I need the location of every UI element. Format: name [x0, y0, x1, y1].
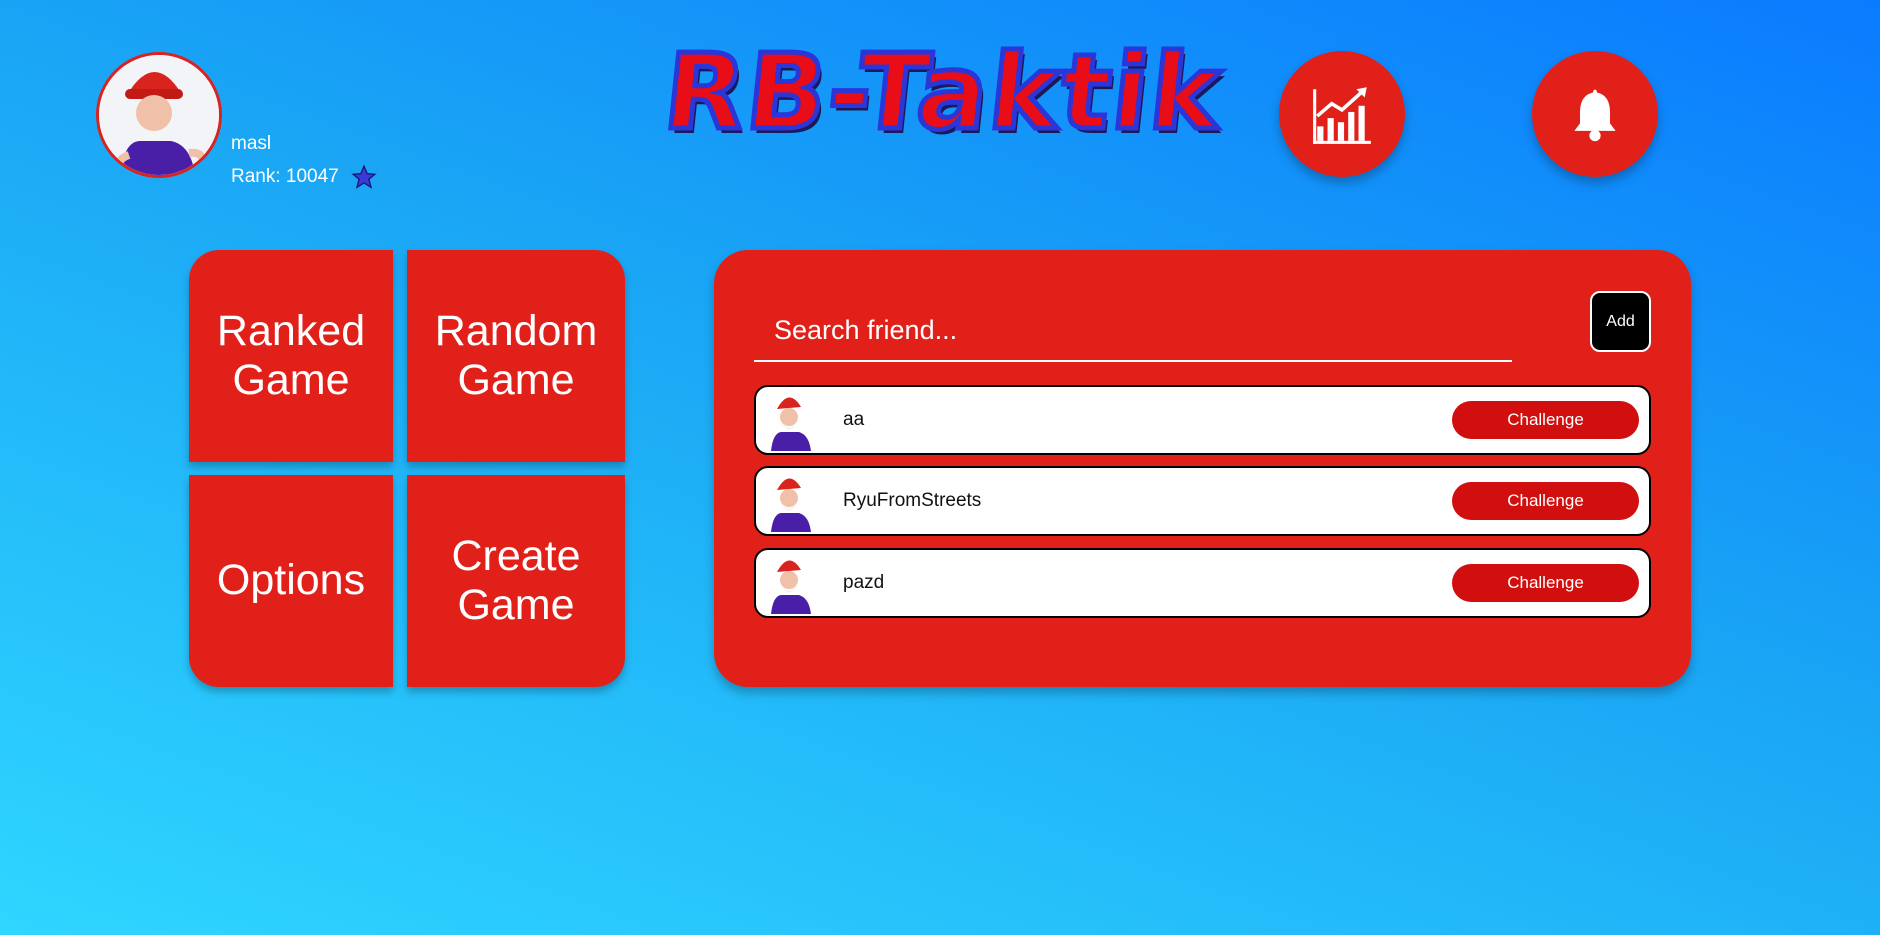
profile-rank: Rank: 10047	[231, 164, 377, 190]
rank-label: Rank: 10047	[231, 166, 339, 187]
ranked-game-button[interactable]: Ranked Game	[189, 250, 393, 462]
friend-row: pazd Challenge	[754, 548, 1651, 618]
gnome-avatar-icon	[763, 552, 819, 614]
create-game-button[interactable]: Create Game	[407, 475, 625, 687]
bar-chart-trend-icon	[1313, 87, 1371, 144]
options-button[interactable]: Options	[189, 475, 393, 687]
challenge-button[interactable]: Challenge	[1452, 482, 1639, 520]
challenge-button[interactable]: Challenge	[1452, 564, 1639, 602]
gnome-avatar-icon	[763, 389, 819, 451]
app-logo: RB-Taktik	[656, 29, 1230, 156]
bell-icon	[1574, 89, 1616, 142]
friend-row: aa Challenge	[754, 385, 1651, 455]
search-friend-input[interactable]	[754, 300, 1512, 362]
profile-avatar[interactable]	[96, 52, 222, 178]
profile-username: masl	[231, 133, 272, 154]
add-friend-button[interactable]: Add	[1590, 291, 1651, 352]
friend-name: RyuFromStreets	[843, 490, 982, 511]
gnome-avatar-icon	[763, 470, 819, 532]
challenge-button[interactable]: Challenge	[1452, 401, 1639, 439]
gnome-avatar-icon	[99, 55, 219, 175]
friend-name: pazd	[843, 572, 885, 593]
star-icon	[351, 164, 377, 189]
notifications-button[interactable]	[1532, 51, 1658, 177]
friend-name: aa	[843, 409, 865, 430]
statistics-button[interactable]	[1279, 51, 1405, 177]
random-game-button[interactable]: Random Game	[407, 250, 625, 462]
friend-row: RyuFromStreets Challenge	[754, 466, 1651, 536]
